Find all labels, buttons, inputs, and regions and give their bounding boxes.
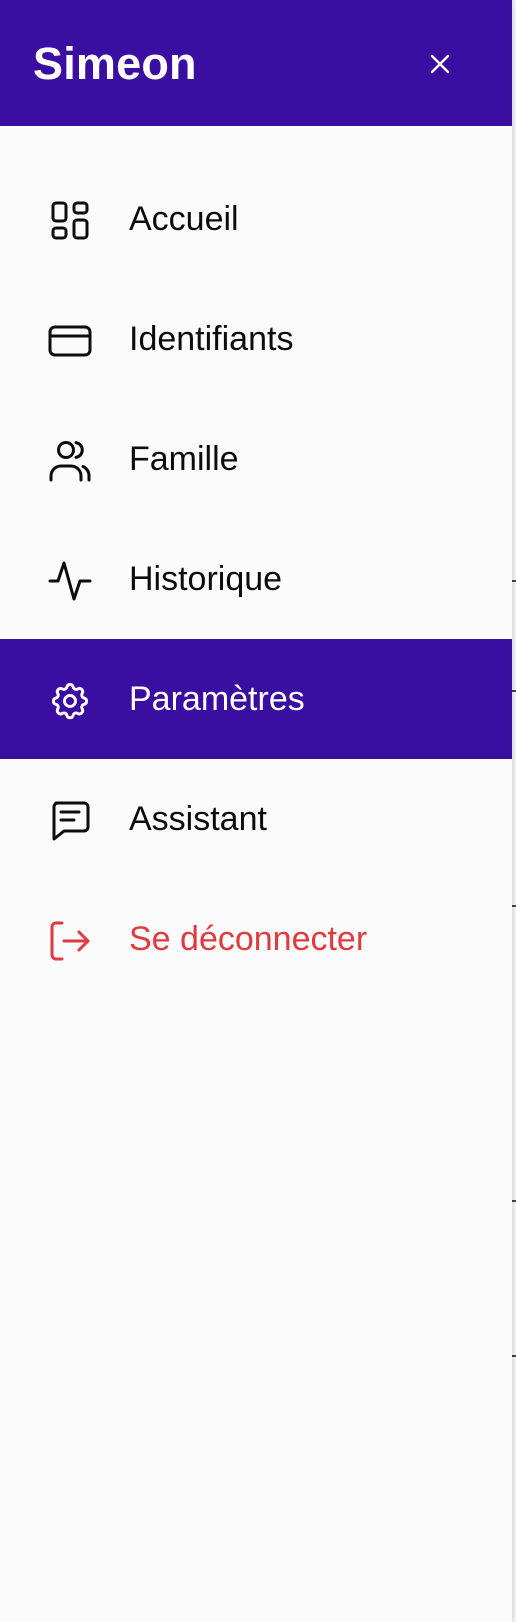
nav-label: Accueil [129,200,239,238]
credit-card-icon [48,319,92,363]
drawer-header: Simeon [0,0,512,126]
navigation-drawer: Simeon Accueil Identifiants Famille Hist… [0,0,512,1622]
nav-item-assistant[interactable]: Assistant [0,759,512,879]
nav-label: Paramètres [129,680,305,718]
nav-label: Identifiants [129,320,294,358]
nav-label: Historique [129,560,283,598]
activity-icon [48,559,92,603]
background-page [512,0,516,1622]
dashboard-icon [48,199,92,243]
background-divider [512,690,516,692]
logout-icon [48,919,92,963]
nav-item-identifiants[interactable]: Identifiants [0,279,512,399]
gear-icon [48,679,92,723]
app-brand: Simeon [33,38,197,89]
drawer-nav: Accueil Identifiants Famille Historique … [0,159,512,999]
close-icon [430,54,450,74]
nav-item-historique[interactable]: Historique [0,519,512,639]
nav-item-parametres[interactable]: Paramètres [0,639,512,759]
background-divider [512,580,516,582]
nav-label: Famille [129,440,239,478]
background-divider [512,905,516,907]
close-button[interactable] [418,42,462,86]
nav-item-famille[interactable]: Famille [0,399,512,519]
nav-item-logout[interactable]: Se déconnecter [0,879,512,999]
nav-label: Assistant [129,800,267,838]
nav-item-accueil[interactable]: Accueil [0,159,512,279]
chat-icon [48,799,92,843]
background-divider [512,1355,516,1357]
users-icon [48,439,92,483]
background-divider [512,1200,516,1202]
nav-label: Se déconnecter [129,920,368,958]
